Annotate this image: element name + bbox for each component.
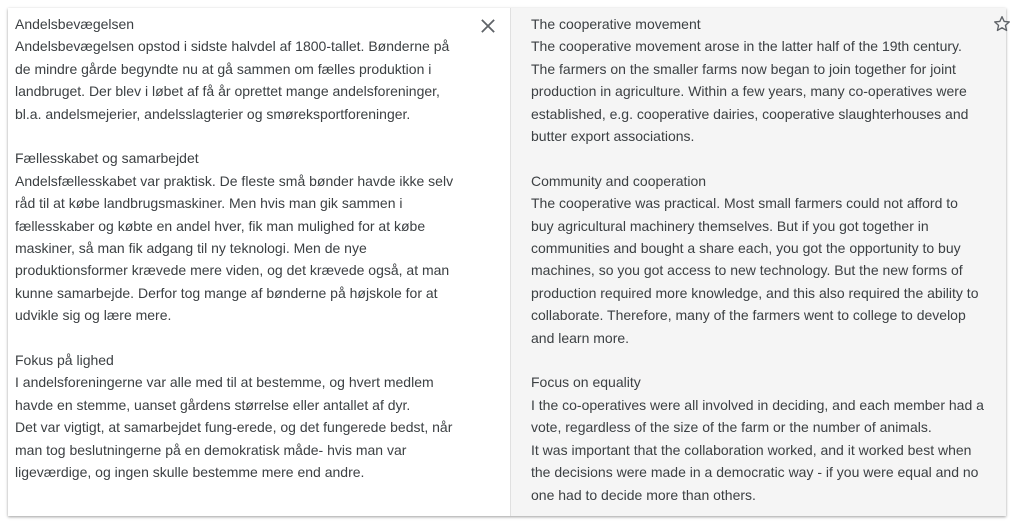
close-icon [481,19,495,33]
clear-source-text-button[interactable] [477,15,499,37]
source-paragraph-equality-1: I andelsforeningerne var alle med til at… [15,374,434,413]
target-paragraph-community: The cooperative was practical. Most smal… [531,195,979,346]
source-heading-community: Fællesskabet og samarbejdet [15,150,199,167]
star-outline-icon [994,16,1010,32]
translation-card: Andelsbevægelsen Andelsbevægelsen opstod… [8,8,1006,516]
save-translation-button[interactable] [992,14,1012,36]
target-heading-cooperative-movement: The cooperative movement [531,16,701,32]
source-paragraph-equality-2: Det var vigtigt, at samarbejdet fung-ere… [15,419,453,481]
target-blank-line [531,349,984,371]
source-heading-cooperative-movement: Andelsbevægelsen [15,16,135,32]
target-heading-community: Community and cooperation [531,172,707,189]
target-paragraph-cooperative-movement: The cooperative movement arose in the la… [531,38,969,145]
target-blank-line [531,147,984,169]
source-heading-equality: Fokus på lighed [15,352,114,369]
translation-screen: Andelsbevægelsen Andelsbevægelsen opstod… [0,0,1014,523]
source-paragraph-community: Andelsfællesskabet var praktisk. De fles… [15,172,454,324]
source-blank-line [15,125,465,147]
target-paragraph-equality-1: I the co-operatives were all involved in… [531,396,984,436]
translation-output-panel: The cooperative movement The cooperative… [510,8,1006,516]
target-paragraph-equality-2: It was important that the collaboration … [531,441,979,503]
source-paragraph-cooperative-movement: Andelsbevægelsen opstod i sidste halvdel… [15,38,450,122]
source-text-panel[interactable]: Andelsbevægelsen Andelsbevægelsen opstod… [8,8,510,516]
target-heading-equality: Focus on equality [531,374,641,391]
source-blank-line [15,327,465,349]
